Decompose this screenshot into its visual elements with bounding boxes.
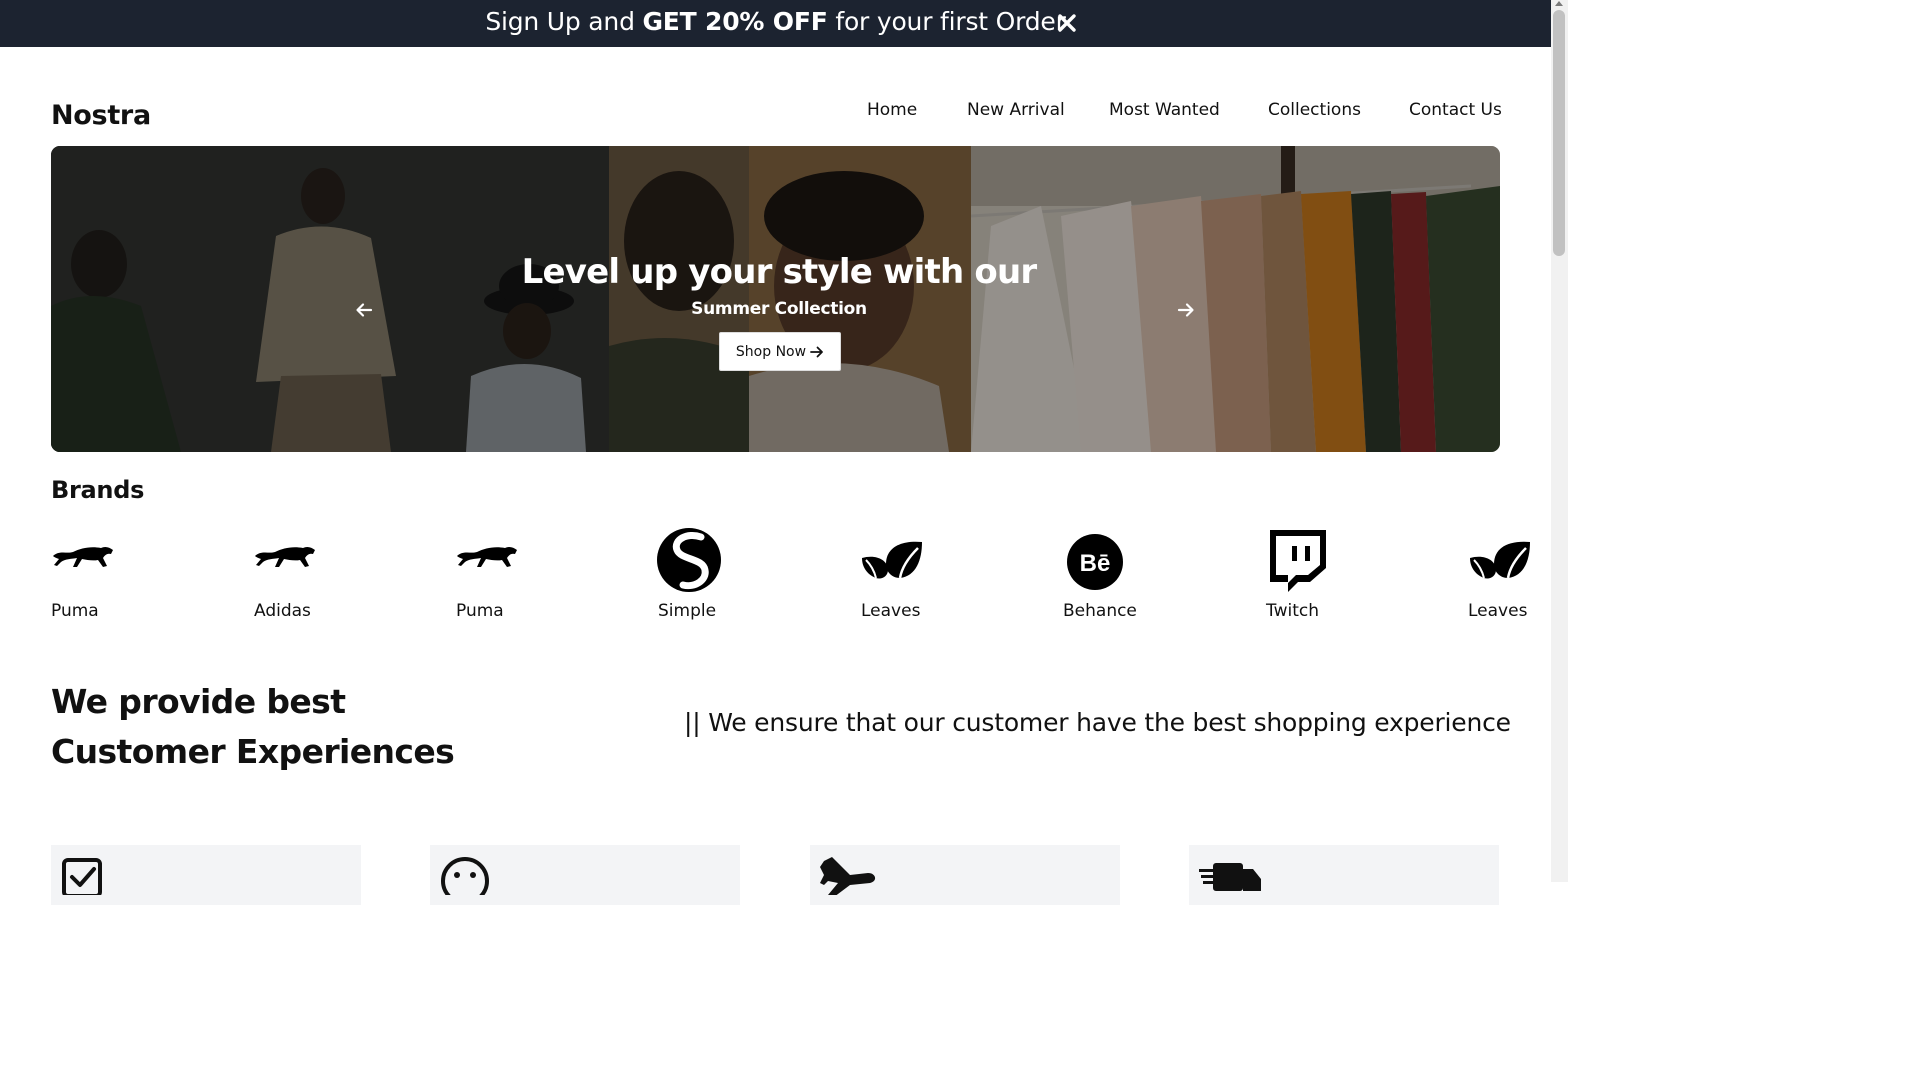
main-nav: Home New Arrival Most Wanted Collections… — [0, 100, 1502, 124]
feature-card — [1189, 845, 1499, 905]
carousel-next-arrow-icon[interactable] — [1177, 302, 1195, 318]
nav-contact-us[interactable]: Contact Us — [1409, 100, 1502, 120]
puma-icon — [53, 546, 113, 567]
fast-truck-icon — [1199, 863, 1261, 891]
nav-collections[interactable]: Collections — [1268, 100, 1361, 120]
promo-suffix: for your first Order — [827, 7, 1066, 36]
brand-label: Leaves — [861, 601, 921, 621]
brands-title: Brands — [51, 476, 145, 504]
brand-label: Behance — [1063, 601, 1137, 621]
brand-label: Adidas — [254, 601, 311, 621]
brand-label: Puma — [51, 601, 99, 621]
brand-label: Twitch — [1266, 601, 1319, 621]
hero-title: Level up your style with our — [521, 252, 1037, 292]
brand-label: Leaves — [1468, 601, 1528, 621]
scroll-up-arrow-icon[interactable] — [1555, 1, 1563, 6]
brand-item[interactable]: Bē Behance — [1063, 528, 1153, 628]
hero-subtitle: Summer Collection — [691, 299, 867, 319]
shop-now-label: Shop Now — [735, 343, 807, 360]
feature-card — [430, 845, 740, 905]
leaves-icon — [1470, 541, 1530, 579]
svg-text:Bē: Bē — [1080, 550, 1111, 577]
promo-bar: Sign Up and GET 20% OFF for your first O… — [0, 0, 1551, 47]
checkbox-icon — [62, 858, 102, 895]
brand-label: Puma — [456, 601, 504, 621]
brand-item[interactable]: Twitch — [1266, 528, 1356, 628]
puma-icon — [255, 546, 315, 567]
feature-card — [810, 845, 1120, 905]
brand-label: Simple — [658, 601, 717, 621]
scrollbar-thumb[interactable] — [1553, 10, 1565, 256]
arrow-right-icon — [810, 346, 823, 357]
experience-tagline: || We ensure that our customer have the … — [684, 708, 1511, 737]
leaves-icon — [862, 541, 922, 579]
brand-item[interactable]: Puma — [455, 528, 545, 628]
brand-item[interactable]: Puma — [51, 528, 141, 628]
twitch-icon — [1270, 530, 1326, 592]
experience-title-line1: We provide best — [51, 682, 346, 721]
brand-item[interactable]: Simple — [657, 528, 747, 628]
nav-new-arrival[interactable]: New Arrival — [967, 100, 1065, 120]
simple-icon — [657, 528, 721, 592]
experience-title: We provide best Customer Experiences — [51, 677, 455, 777]
brand-item[interactable]: Leaves — [860, 528, 950, 628]
brand-item[interactable]: Leaves — [1468, 528, 1551, 628]
experience-title-line2: Customer Experiences — [51, 732, 455, 771]
behance-icon: Bē — [1067, 534, 1123, 590]
close-icon[interactable] — [1054, 9, 1080, 37]
nav-home[interactable]: Home — [867, 100, 917, 120]
airplane-icon — [820, 857, 875, 895]
promo-highlight: GET 20% OFF — [642, 7, 828, 36]
brand-item[interactable]: Adidas — [253, 528, 343, 628]
shop-now-button[interactable]: Shop Now — [719, 332, 841, 371]
feature-card — [51, 845, 361, 905]
smiley-icon — [441, 857, 489, 895]
nav-most-wanted[interactable]: Most Wanted — [1109, 100, 1220, 120]
carousel-prev-arrow-icon[interactable] — [355, 302, 373, 318]
promo-prefix: Sign Up and — [485, 7, 643, 36]
promo-text: Sign Up and GET 20% OFF for your first O… — [0, 7, 1551, 36]
puma-icon — [457, 546, 517, 567]
